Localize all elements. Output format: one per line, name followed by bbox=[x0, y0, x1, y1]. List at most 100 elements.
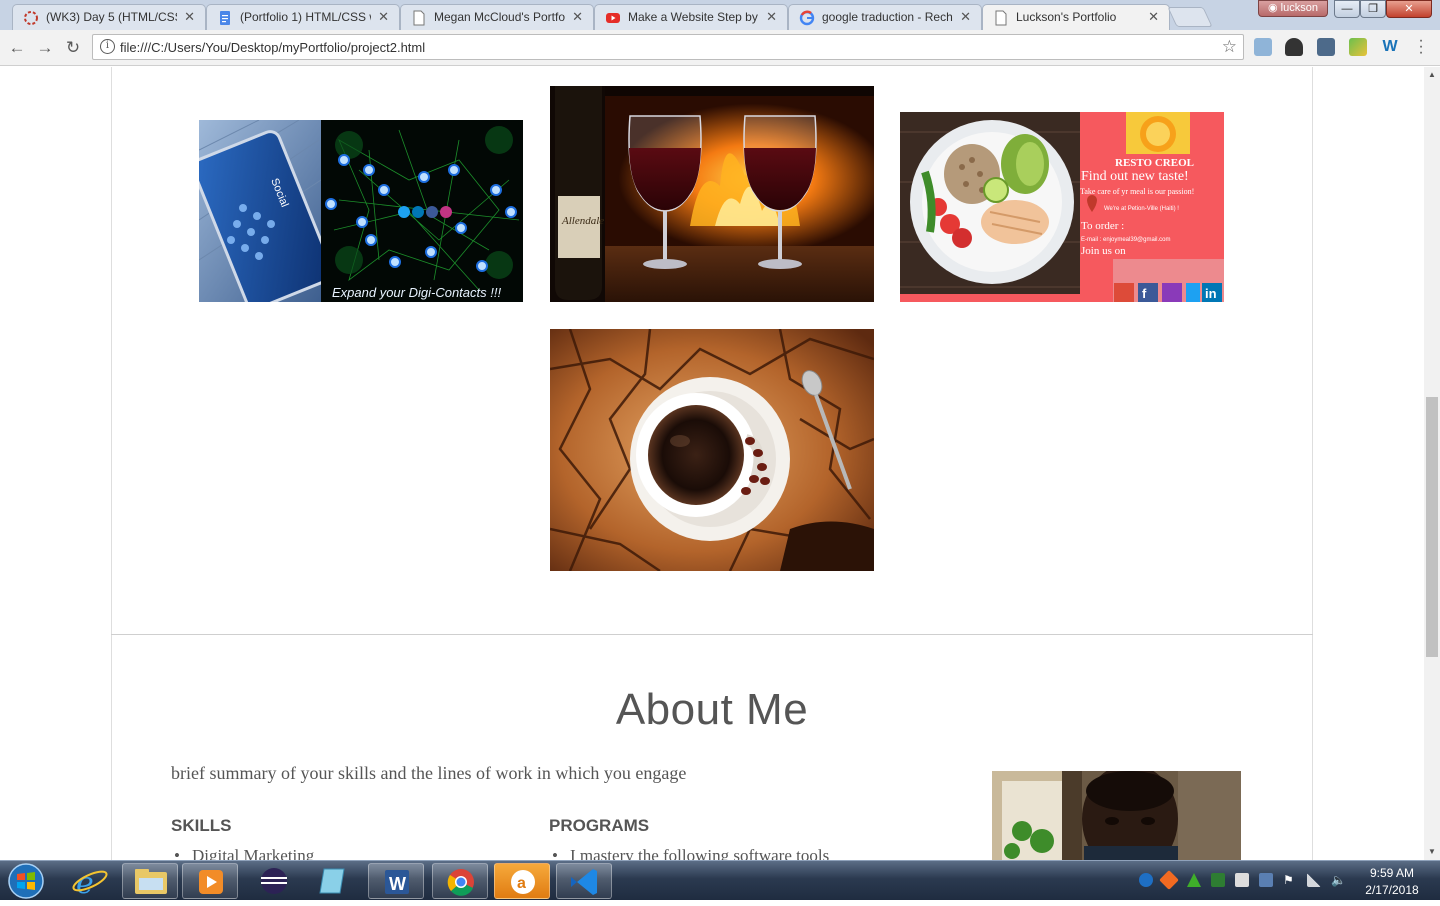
minimize-button[interactable]: — bbox=[1334, 0, 1360, 18]
thumbnail-caption: Expand your Digi-Contacts !!! bbox=[332, 285, 501, 300]
notepad-icon[interactable] bbox=[306, 863, 362, 899]
network-status-icon[interactable] bbox=[1139, 873, 1153, 887]
svg-text:in: in bbox=[1205, 286, 1217, 301]
social-network-thumbnail[interactable]: Social Expand your Digi-Contacts !!! bbox=[199, 120, 523, 302]
close-tab-icon[interactable]: ✕ bbox=[572, 9, 583, 25]
extension-colorful-icon[interactable] bbox=[1349, 38, 1367, 56]
display-tray-icon[interactable] bbox=[1259, 873, 1273, 887]
resto-creol-thumbnail[interactable]: RESTO CREOL Find out new taste! Take car… bbox=[900, 112, 1224, 302]
tab-make-website[interactable]: Make a Website Step by ✕ bbox=[594, 4, 788, 30]
map-pin-icon bbox=[1087, 195, 1097, 212]
resto-tagline: Take care of yr meal is our passion! bbox=[1080, 187, 1194, 196]
facebook-icon bbox=[1138, 283, 1158, 302]
google-docs-icon bbox=[220, 11, 230, 25]
chrome-menu-icon[interactable]: · · · bbox=[1416, 33, 1426, 61]
clock-date: 2/17/2018 bbox=[1365, 883, 1419, 897]
media-player-icon[interactable] bbox=[182, 863, 238, 899]
info-icon[interactable]: i bbox=[100, 39, 115, 54]
skills-heading: SKILLS bbox=[171, 816, 232, 835]
eclipse-icon[interactable] bbox=[246, 863, 302, 899]
google-icon bbox=[799, 10, 815, 26]
page-icon bbox=[995, 10, 1007, 26]
close-window-button[interactable]: ✕ bbox=[1386, 0, 1432, 18]
reload-icon[interactable]: ↻ bbox=[62, 37, 84, 59]
security-tray-icon[interactable] bbox=[1211, 873, 1225, 887]
windows-taskbar: e W a ⚑ 🔈 9:59 AM 2/17/2018 bbox=[0, 860, 1440, 901]
close-tab-icon[interactable]: ✕ bbox=[378, 9, 389, 25]
url-text: file:///C:/Users/You/Desktop/myPortfolio… bbox=[120, 40, 426, 55]
clock-time: 9:59 AM bbox=[1369, 866, 1415, 880]
browser-tab-strip: (WK3) Day 5 (HTML/CSS ✕ (Portfolio 1) HT… bbox=[0, 0, 1440, 31]
browser-toolbar: ← → ↻ i file:///C:/Users/You/Desktop/myP… bbox=[0, 30, 1440, 66]
flag-tray-icon[interactable]: ⚑ bbox=[1283, 873, 1297, 887]
about-me-heading: About Me bbox=[615, 685, 809, 734]
back-arrow-icon[interactable]: ← bbox=[6, 37, 28, 59]
page-viewport: Social Expand your Digi-Contacts !!! All… bbox=[0, 67, 1424, 860]
scroll-up-arrow-icon[interactable]: ▲ bbox=[1424, 67, 1440, 83]
close-tab-icon[interactable]: ✕ bbox=[766, 9, 777, 25]
clipboard-tray-icon[interactable] bbox=[1235, 873, 1249, 887]
coffee-cup-thumbnail[interactable] bbox=[550, 329, 874, 571]
bottle-label-text: Allendale bbox=[561, 215, 604, 227]
section-divider bbox=[111, 634, 1313, 635]
tab-google-traduction[interactable]: google traduction - Rech ✕ bbox=[788, 4, 982, 30]
resto-location: We're at Petion-Ville (Haiti) ! bbox=[1104, 206, 1179, 212]
signal-tray-icon[interactable] bbox=[1307, 873, 1321, 887]
extension-w-icon[interactable]: W bbox=[1381, 38, 1399, 56]
svg-text:e: e bbox=[76, 866, 94, 899]
user-icon: ◉ bbox=[1268, 2, 1281, 14]
extension-screenshot-icon[interactable] bbox=[1254, 38, 1272, 56]
extension-download-icon[interactable] bbox=[1317, 38, 1335, 56]
tab-lucksons-portfolio[interactable]: Luckson's Portfolio ✕ bbox=[982, 4, 1170, 31]
drive-tray-icon[interactable] bbox=[1187, 873, 1201, 887]
tab-title: (Portfolio 1) HTML/CSS w bbox=[240, 10, 371, 24]
google-plus-icon bbox=[1114, 283, 1134, 302]
programs-list-item: I mastery the following software tools bbox=[552, 846, 829, 860]
scrollbar-thumb[interactable] bbox=[1426, 397, 1438, 657]
instagram-icon bbox=[1162, 283, 1182, 302]
svg-text:a: a bbox=[517, 875, 526, 892]
resto-brand: RESTO CREOL bbox=[1115, 157, 1194, 169]
forward-arrow-icon[interactable]: → bbox=[34, 37, 56, 59]
tab-title: (WK3) Day 5 (HTML/CSS bbox=[46, 10, 177, 24]
close-tab-icon[interactable]: ✕ bbox=[184, 9, 195, 25]
close-tab-icon[interactable]: ✕ bbox=[960, 9, 971, 25]
tab-title: Megan McCloud's Portfol bbox=[434, 10, 565, 24]
wine-fireplace-thumbnail[interactable]: Allendale bbox=[550, 86, 874, 302]
close-tab-icon[interactable]: ✕ bbox=[1148, 9, 1159, 25]
system-clock[interactable]: 9:59 AM 2/17/2018 bbox=[1352, 865, 1432, 899]
tab-title: Make a Website Step by bbox=[628, 10, 758, 24]
profile-button[interactable]: ◉ luckson bbox=[1258, 0, 1328, 17]
file-explorer-icon[interactable] bbox=[122, 863, 178, 899]
twitter-icon bbox=[1186, 283, 1200, 302]
start-orb-icon[interactable] bbox=[4, 861, 48, 901]
vertical-scrollbar[interactable]: ▲ ▼ bbox=[1424, 67, 1440, 860]
resto-headline: Find out new taste! bbox=[1081, 169, 1189, 184]
vscode-icon[interactable] bbox=[556, 863, 612, 899]
bookmark-star-icon[interactable]: ☆ bbox=[1222, 37, 1237, 57]
page-icon bbox=[413, 10, 425, 26]
tab-portfolio-1[interactable]: (Portfolio 1) HTML/CSS w ✕ bbox=[206, 4, 400, 30]
svg-text:f: f bbox=[1142, 286, 1147, 301]
profile-photo bbox=[992, 771, 1241, 860]
chrome-icon[interactable] bbox=[432, 863, 488, 899]
new-tab-button[interactable] bbox=[1167, 7, 1213, 27]
youtube-icon bbox=[606, 13, 620, 23]
resto-join: Join us on bbox=[1081, 245, 1126, 257]
skills-list-item: Digital Marketing bbox=[174, 846, 314, 860]
volume-tray-icon[interactable]: 🔈 bbox=[1331, 873, 1346, 887]
extension-incognito-icon[interactable] bbox=[1285, 38, 1303, 56]
about-summary: brief summary of your skills and the lin… bbox=[171, 763, 687, 783]
maximize-button[interactable]: ❐ bbox=[1360, 0, 1386, 18]
word-icon[interactable]: W bbox=[368, 863, 424, 899]
tab-megan-portfolio[interactable]: Megan McCloud's Portfol ✕ bbox=[400, 4, 594, 30]
internet-explorer-icon[interactable]: e bbox=[62, 863, 118, 901]
avast-tray-icon[interactable] bbox=[1159, 870, 1179, 890]
scroll-down-arrow-icon[interactable]: ▼ bbox=[1424, 844, 1440, 860]
tab-wk3-day5[interactable]: (WK3) Day 5 (HTML/CSS ✕ bbox=[12, 4, 206, 30]
avast-icon[interactable]: a bbox=[494, 863, 550, 899]
tab-title: google traduction - Rech bbox=[822, 10, 953, 24]
svg-text:W: W bbox=[389, 874, 406, 894]
address-bar[interactable]: i file:///C:/Users/You/Desktop/myPortfol… bbox=[92, 34, 1244, 60]
resto-email: E-mail : enjoymeal39@gmail.com bbox=[1081, 237, 1170, 243]
